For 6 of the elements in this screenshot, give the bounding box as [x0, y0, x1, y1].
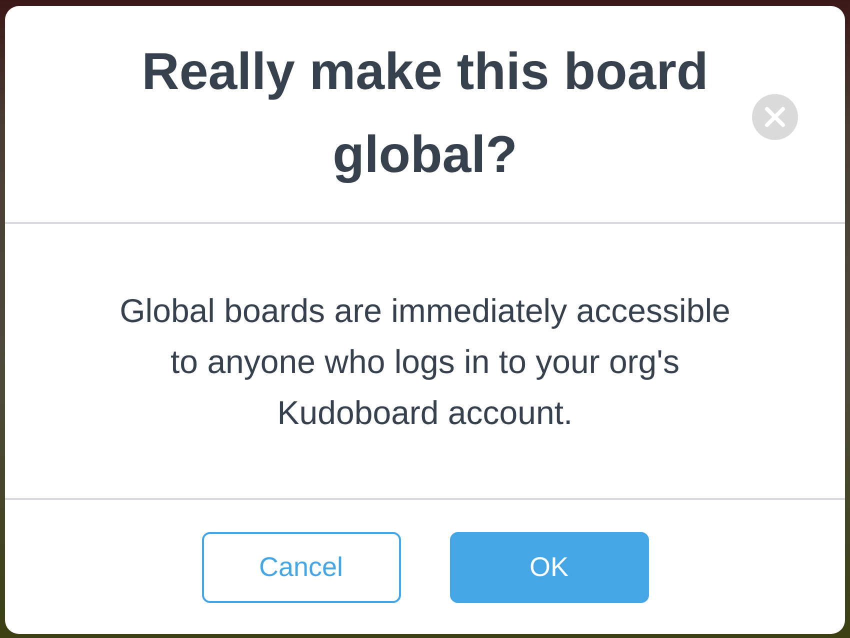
cancel-button[interactable]: Cancel	[202, 532, 400, 602]
dialog-title: Really make this board global?	[140, 42, 710, 186]
dialog-message: Global boards are immediately accessible to anyone who logs in to your org's Kudoboard account.	[118, 290, 732, 432]
close-button[interactable]	[752, 94, 798, 140]
close-icon	[752, 94, 798, 140]
ok-button[interactable]: OK	[450, 532, 648, 602]
